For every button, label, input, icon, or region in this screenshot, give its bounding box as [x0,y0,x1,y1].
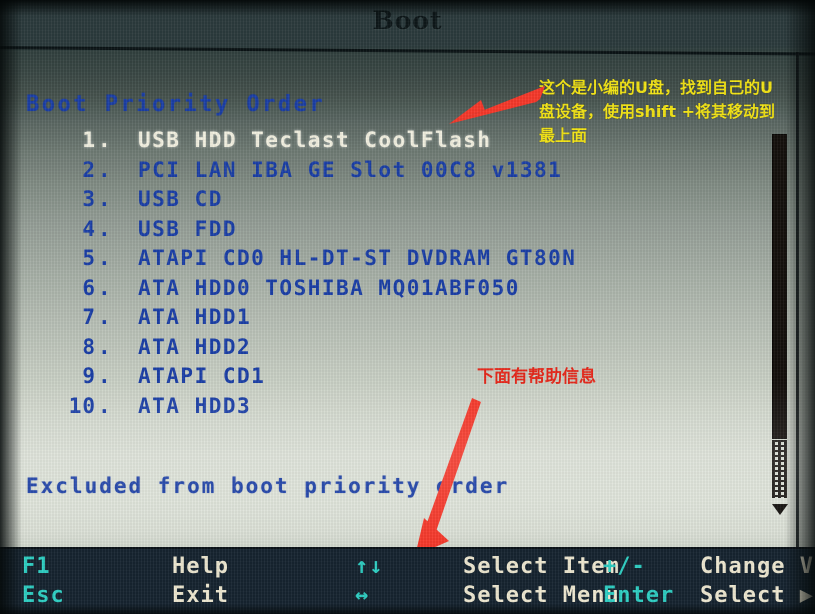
fn-key-f1[interactable]: F1 [22,554,51,579]
boot-item-index: 5 [82,246,96,270]
annotation-usb-note-line2: 盘设备，使用shift +将其移动到 [539,102,775,121]
boot-content: Boot Priority Order 1. USB HDD Teclast Co… [0,52,815,599]
boot-item-device-name: USB FDD [138,216,238,241]
boot-item-index: 6 [82,275,96,300]
boot-item-dot: . [98,334,111,359]
boot-item-dot: . [98,305,111,329]
fn-label-select-item: Select Item [463,554,620,579]
boot-item-index: 10 [68,393,96,418]
boot-item-index: 7 [82,305,96,329]
boot-list-item[interactable]: 2. PCI LAN IBA GE Slot 00C8 v1381 [0,158,760,187]
boot-item-dot: . [98,187,111,211]
fn-label-help: Help [172,554,229,579]
boot-item-dot: . [98,216,111,241]
fn-label-select-submenu: Select ▶ Sub-Menu [700,583,814,608]
boot-list-item[interactable]: 9. ATAPI CD1 [0,364,760,393]
up-down-arrows-icon: ↑↓ [355,554,384,579]
excluded-from-boot-priority-heading: Excluded from boot priority order [26,474,510,498]
boot-list-item[interactable]: 1. USB HDD Teclast CoolFlash [0,128,760,157]
bios-screen: Boot Boot Priority Order 1. USB HDD Tecla… [0,0,815,614]
fn-label-exit: Exit [172,583,229,608]
boot-item-dot: . [98,275,111,300]
title-bar: Boot [0,0,815,46]
boot-item-index: 1 [82,128,96,152]
annotation-usb-note-line3: 最上面 [539,126,588,145]
fn-label-select-menu: Select Menu [463,583,620,608]
boot-item-index: 2 [82,157,96,182]
fn-key-esc[interactable]: Esc [22,583,65,608]
boot-item-device-name: USB HDD Teclast CoolFlash [138,128,492,152]
boot-list-item[interactable]: 6. ATA HDD0 TOSHIBA MQ01ABF050 [0,276,760,305]
boot-item-dot: . [98,393,111,418]
boot-list-item[interactable]: 5. ATAPI CD0 HL-DT-ST DVDRAM GT80N [0,246,760,275]
boot-item-dot: . [98,157,111,182]
left-right-arrows-icon: ↔ [355,583,370,608]
boot-item-device-name: ATAPI CD1 [138,364,266,388]
boot-item-device-name: USB CD [138,187,223,211]
boot-item-device-name: ATAPI CD0 HL-DT-ST DVDRAM GT80N [138,246,577,270]
scrollbar-track[interactable] [772,440,787,498]
boot-item-device-name: ATA HDD2 [138,334,252,359]
scroll-down-arrow-icon[interactable] [772,504,788,515]
boot-item-device-name: ATA HDD3 [138,393,252,418]
boot-list-item[interactable]: 7. ATA HDD1 [0,305,760,334]
scrollbar-thumb[interactable] [772,134,787,439]
boot-item-index: 4 [82,216,96,241]
boot-item-index: 3 [82,187,96,211]
boot-item-device-name: ATA HDD0 TOSHIBA MQ01ABF050 [138,275,520,300]
fn-label-change-values: Change Values [700,554,815,579]
panel-right-edge [796,52,799,599]
boot-list-item[interactable]: 8. ATA HDD2 [0,335,760,364]
boot-item-dot: . [98,128,111,152]
boot-item-device-name: PCI LAN IBA GE Slot 00C8 v1381 [138,157,563,182]
boot-item-index: 8 [82,334,96,359]
page-title: Boot [372,6,443,35]
function-key-bar: F1 Help ↑↓ Select Item +/- Change Values… [0,547,815,614]
boot-priority-order-heading: Boot Priority Order [26,92,326,117]
boot-item-dot: . [98,364,111,388]
boot-item-dot: . [98,246,111,270]
annotation-usb-note-line1: 这个是小编的U盘，找到自己的U [539,78,773,97]
fn-key-enter[interactable]: Enter [603,583,674,608]
annotation-help-note: 下面有帮助信息 [477,367,596,387]
boot-item-index: 9 [82,364,96,388]
boot-item-device-name: ATA HDD1 [138,305,252,329]
boot-list-item[interactable]: 4. USB FDD [0,217,760,246]
boot-list-item[interactable]: 10. ATA HDD3 [0,394,760,423]
fn-key-plus-minus[interactable]: +/- [603,554,646,579]
boot-list-scrollbar[interactable] [770,114,790,546]
boot-list-item[interactable]: 3. USB CD [0,187,760,216]
